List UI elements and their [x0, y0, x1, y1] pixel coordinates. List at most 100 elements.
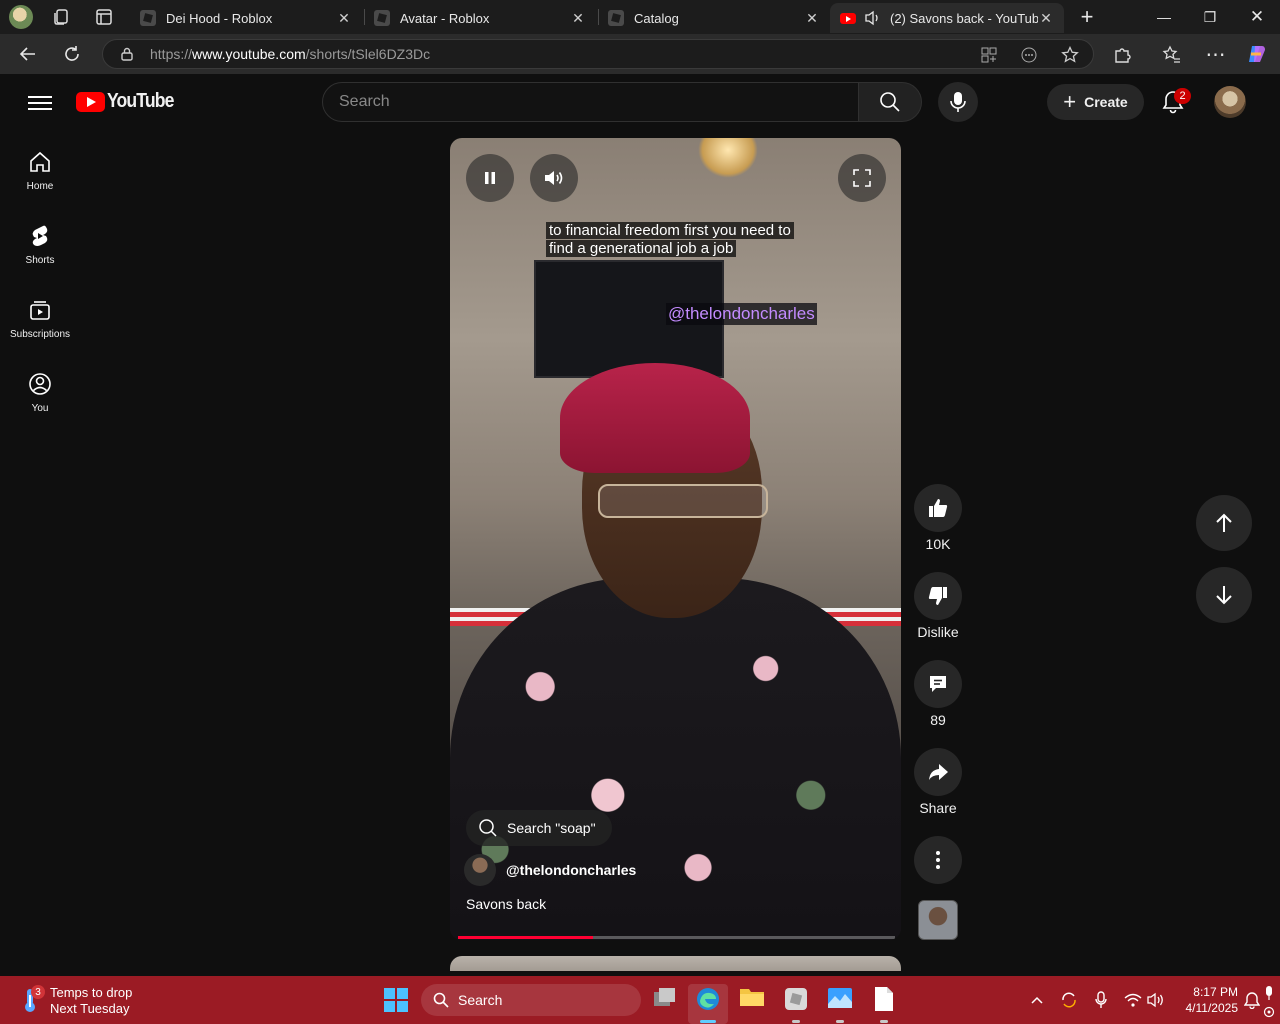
share-action: Share	[914, 748, 962, 816]
channel-name-link[interactable]: @thelondoncharles	[506, 862, 636, 878]
restore-button[interactable]: ❐	[1187, 0, 1233, 34]
youtube-logo-text: YouTube	[107, 90, 174, 112]
close-tab-icon[interactable]: ✕	[1038, 10, 1054, 27]
more-icon	[936, 851, 940, 869]
short-title[interactable]: Savons back	[466, 896, 546, 912]
url-text: https://www.youtube.com/shorts/tSlel6DZ3…	[150, 46, 431, 62]
reading-mode-icon[interactable]	[1021, 47, 1037, 63]
notifications-tray-button[interactable]	[1242, 990, 1262, 1010]
taskbar-search[interactable]: Search	[421, 984, 641, 1016]
photos-icon	[828, 988, 852, 1008]
previous-short-button[interactable]	[1196, 495, 1252, 551]
extensions-icon[interactable]	[1113, 45, 1133, 65]
new-tab-button[interactable]: +	[1064, 0, 1110, 34]
share-label: Share	[919, 800, 957, 816]
plus-icon: +	[1063, 89, 1077, 114]
speaker-icon	[1147, 992, 1163, 1008]
shorts-video-player[interactable]: to financial freedom first you need to f…	[450, 138, 901, 940]
dislike-action: Dislike	[914, 572, 962, 640]
tab-catalog[interactable]: Catalog ✕	[598, 3, 830, 33]
close-window-button[interactable]: ✕	[1234, 0, 1280, 34]
start-button[interactable]	[384, 988, 408, 1012]
create-button[interactable]: + Create	[1047, 84, 1144, 120]
fullscreen-button[interactable]	[838, 154, 886, 202]
search-suggestion-chip[interactable]: Search "soap"	[466, 810, 612, 846]
search-icon	[433, 992, 449, 1008]
volume-tray-button[interactable]	[1146, 990, 1166, 1010]
comments-button[interactable]	[914, 660, 962, 708]
weather-headline: Temps to drop	[50, 985, 133, 1000]
guide-item-subscriptions[interactable]: Subscriptions	[4, 294, 76, 364]
sync-status-button[interactable]	[1059, 990, 1079, 1010]
volume-button[interactable]	[530, 154, 578, 202]
close-tab-icon[interactable]: ✕	[570, 10, 586, 27]
youtube-logo[interactable]: YouTube	[76, 90, 183, 113]
guide-item-home[interactable]: Home	[4, 146, 76, 216]
close-tab-icon[interactable]: ✕	[336, 10, 352, 27]
refresh-button[interactable]	[58, 40, 86, 68]
browser-profile-avatar[interactable]	[9, 5, 33, 29]
minimize-button[interactable]: —	[1141, 0, 1187, 34]
guide-label: You	[31, 403, 49, 414]
guide-label: Shorts	[25, 255, 55, 266]
task-view-button[interactable]	[645, 984, 685, 1024]
share-button[interactable]	[914, 748, 962, 796]
tab-actions-icon[interactable]	[94, 7, 114, 27]
like-action: 10K	[914, 484, 962, 552]
video-frame-durag	[560, 363, 750, 473]
microphone-tray-button[interactable]	[1091, 990, 1111, 1010]
guide-item-shorts[interactable]: Shorts	[4, 220, 76, 290]
search-button[interactable]	[858, 82, 922, 122]
taskbar-app-roblox[interactable]	[776, 984, 816, 1024]
edge-icon	[697, 988, 719, 1010]
weather-widget[interactable]: 3 Temps to drop Next Tuesday	[18, 983, 168, 1017]
sound-remix-thumbnail[interactable]	[918, 900, 958, 940]
roblox-icon	[140, 10, 156, 26]
close-tab-icon[interactable]: ✕	[804, 10, 820, 27]
tab-avatar[interactable]: Avatar - Roblox ✕	[364, 3, 596, 33]
taskbar-app-photos[interactable]	[820, 984, 860, 1024]
video-progress-bar[interactable]	[458, 936, 895, 939]
pause-icon	[485, 172, 495, 184]
dislike-button[interactable]	[914, 572, 962, 620]
app-available-icon[interactable]	[981, 47, 997, 63]
voice-search-button[interactable]	[938, 82, 978, 122]
url-field[interactable]: https://www.youtube.com/shorts/tSlel6DZ3…	[102, 39, 1094, 69]
taskbar-edge[interactable]	[688, 984, 728, 1024]
next-short-button[interactable]	[1196, 567, 1252, 623]
tray-extra-indicators	[1262, 982, 1276, 1018]
roblox-icon	[608, 10, 624, 26]
home-icon	[30, 151, 50, 172]
tab-dei-hood[interactable]: Dei Hood - Roblox ✕	[130, 3, 362, 33]
favorite-star-icon[interactable]	[1061, 46, 1079, 64]
settings-more-button[interactable]: ⋯	[1202, 40, 1230, 68]
mic-icon	[950, 92, 966, 112]
wifi-tray-button[interactable]	[1123, 990, 1143, 1010]
channel-row: @thelondoncharles	[464, 854, 636, 886]
next-short-preview[interactable]	[450, 956, 901, 971]
back-button[interactable]	[14, 40, 42, 68]
like-button[interactable]	[914, 484, 962, 532]
tab-label: Dei Hood - Roblox	[166, 10, 273, 26]
pause-button[interactable]	[466, 154, 514, 202]
taskbar-clock[interactable]: 8:17 PM 4/11/2025	[1172, 984, 1239, 1016]
tab-youtube[interactable]: (2) Savons back - YouTube ✕	[830, 3, 1064, 33]
channel-avatar[interactable]	[464, 854, 496, 886]
search-input[interactable]: Search	[322, 82, 860, 122]
copilot-icon[interactable]	[1246, 43, 1268, 65]
task-view-icon	[654, 988, 675, 1006]
folder-icon	[740, 989, 764, 1006]
more-options-button[interactable]	[914, 836, 962, 884]
menu-icon[interactable]	[28, 92, 52, 112]
guide-item-you[interactable]: You	[4, 368, 76, 438]
show-hidden-icons-button[interactable]	[1027, 990, 1047, 1010]
clock-time: 8:17 PM	[1193, 985, 1238, 999]
workspaces-icon[interactable]	[52, 7, 72, 27]
lock-icon[interactable]	[120, 47, 134, 61]
arrow-left-icon	[19, 47, 35, 61]
taskbar-file-explorer[interactable]	[732, 984, 772, 1024]
account-avatar[interactable]	[1214, 86, 1246, 118]
taskbar-app-notepad[interactable]	[864, 984, 904, 1024]
tab-audio-icon[interactable]	[864, 10, 882, 26]
favorites-icon[interactable]	[1162, 45, 1182, 65]
